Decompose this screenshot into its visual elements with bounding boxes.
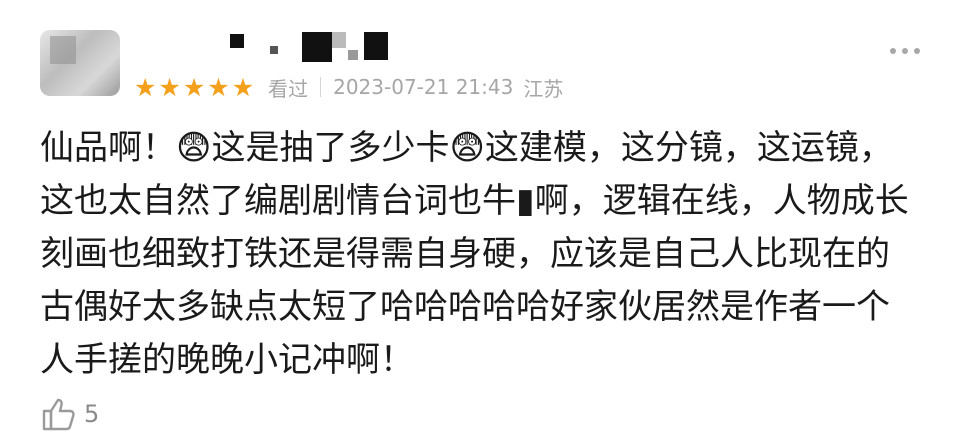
avatar[interactable]: [40, 30, 120, 96]
review-datetime: 2023-07-21 21:43: [333, 75, 514, 99]
star-icon: ★: [134, 72, 157, 102]
more-dots-icon[interactable]: [890, 48, 920, 54]
divider: [320, 77, 322, 97]
like-count: 5: [84, 400, 100, 428]
star-icon: ★: [158, 72, 181, 102]
star-icon: ★: [207, 72, 230, 102]
review-meta: ★ ★ ★ ★ ★ 看过 2023-07-21 21:43 江苏: [134, 72, 563, 102]
thumbs-up-icon: [40, 395, 78, 433]
like-button[interactable]: 5: [40, 395, 99, 433]
review-content: 仙品啊！😨这是抽了多少卡😨这建模，这分镜，这运镜，这也太自然了编剧剧情台词也牛▮…: [40, 128, 909, 380]
rating-stars: ★ ★ ★ ★ ★: [134, 75, 254, 100]
star-icon: ★: [231, 72, 255, 102]
username-redacted[interactable]: [230, 32, 410, 66]
review-location: 江苏: [523, 76, 564, 101]
watch-status: 看过: [268, 76, 309, 101]
review-card: ★ ★ ★ ★ ★ 看过 2023-07-21 21:43 江苏 仙品啊！😨这是…: [0, 0, 960, 447]
star-icon: ★: [182, 72, 206, 102]
